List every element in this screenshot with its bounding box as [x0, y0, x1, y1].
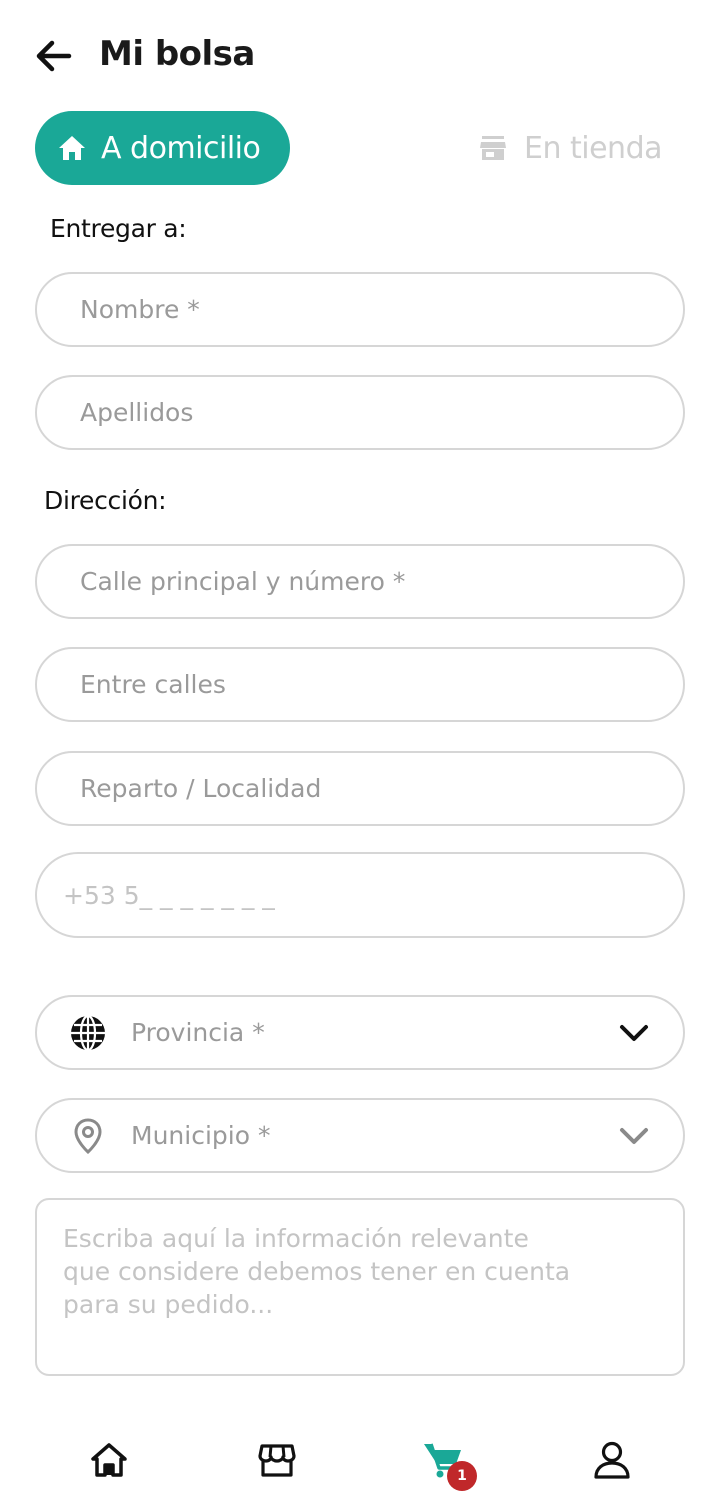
order-notes-field[interactable]	[35, 1198, 685, 1376]
tab-in-store-label: En tienda	[524, 130, 663, 166]
tab-home-delivery-label: A domicilio	[101, 130, 261, 166]
locality-input[interactable]	[37, 753, 683, 824]
store-icon	[258, 1444, 296, 1477]
location-pin-icon	[69, 1117, 107, 1155]
phone-field[interactable]	[35, 852, 685, 938]
between-streets-field[interactable]	[35, 647, 685, 722]
nav-stores[interactable]	[247, 1432, 307, 1488]
tab-home-delivery[interactable]: A domicilio	[35, 111, 290, 185]
street-field[interactable]	[35, 544, 685, 619]
last-name-input[interactable]	[37, 377, 683, 448]
nav-home[interactable]	[79, 1432, 139, 1488]
recipient-section-label: Entregar a:	[50, 214, 187, 243]
locality-field[interactable]	[35, 751, 685, 826]
arrow-left-icon	[36, 40, 72, 72]
municipality-select[interactable]: Municipio *	[35, 1098, 685, 1173]
municipality-value: Municipio *	[131, 1121, 271, 1150]
street-input[interactable]	[37, 546, 683, 617]
user-icon	[594, 1441, 630, 1479]
home-icon	[59, 136, 85, 160]
first-name-input[interactable]	[37, 274, 683, 345]
home-icon	[91, 1443, 127, 1477]
province-value: Provincia *	[131, 1018, 265, 1047]
tab-in-store[interactable]: En tienda	[478, 111, 678, 185]
province-select[interactable]: Provincia *	[35, 995, 685, 1070]
address-section-label: Dirección:	[44, 486, 167, 515]
phone-input[interactable]	[37, 854, 683, 936]
last-name-field[interactable]	[35, 375, 685, 450]
back-button[interactable]	[30, 32, 78, 80]
chevron-down-icon	[617, 1119, 651, 1153]
globe-icon	[69, 1014, 107, 1052]
first-name-field[interactable]	[35, 272, 685, 347]
page-title: Mi bolsa	[99, 34, 255, 74]
store-icon	[480, 136, 506, 160]
nav-profile[interactable]	[582, 1432, 642, 1488]
cart-count-badge: 1	[447, 1461, 477, 1491]
between-streets-input[interactable]	[37, 649, 683, 720]
order-notes-textarea[interactable]	[37, 1200, 683, 1374]
chevron-down-icon	[617, 1016, 651, 1050]
